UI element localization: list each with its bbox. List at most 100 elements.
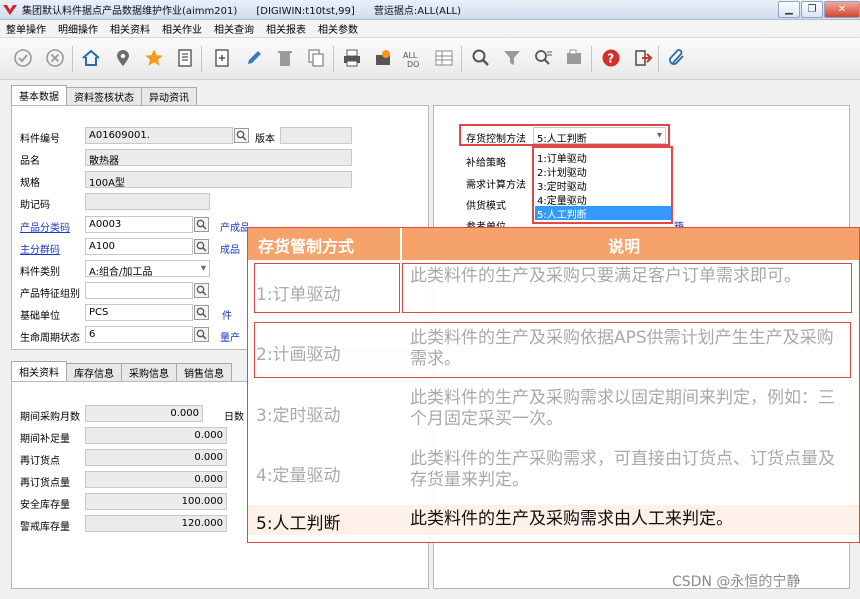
lifecycle-lookup-icon[interactable] [194, 327, 209, 342]
minimize-button[interactable]: ▁ [778, 1, 800, 18]
version-field[interactable] [280, 127, 352, 144]
tab-signoff-status[interactable]: 资料签核状态 [66, 87, 142, 105]
alert-stock-label: 警戒库存量 [20, 522, 70, 533]
category-label[interactable]: 产品分类码 [20, 219, 70, 234]
demand-method-label: 需求计算方法 [466, 180, 526, 191]
tab-inventory[interactable]: 库存信息 [66, 363, 122, 381]
row-desc: 此类料件的生产及采购需求以固定期间来判定，例如：三个月固定采买一次。 [410, 388, 835, 429]
ref-unit-desc: 箱 [674, 218, 684, 227]
row-mode: 4:定量驱动 [256, 466, 341, 486]
item-no-field[interactable]: A01609001. [85, 127, 233, 144]
safety-stock-label: 安全库存量 [20, 500, 70, 511]
feature-group-lookup-icon[interactable] [194, 283, 209, 298]
item-type-select[interactable]: A:组合/加工品 ▾ [85, 260, 210, 277]
attach-icon[interactable] [666, 47, 688, 69]
spec-field[interactable]: 100A型 [85, 171, 352, 188]
purchase-months-label: 期间采购月数 [20, 412, 80, 423]
help-icon[interactable]: ? [600, 47, 622, 69]
tab-change-info[interactable]: 异动资讯 [141, 87, 197, 105]
svg-text:DO: DO [407, 60, 419, 68]
category-lookup-icon[interactable] [194, 217, 209, 232]
group-label[interactable]: 主分群码 [20, 241, 60, 256]
print-icon[interactable] [341, 47, 363, 69]
exit-icon[interactable] [632, 47, 654, 69]
delete-icon[interactable] [274, 47, 296, 69]
replenish-qty-field[interactable]: 0.000 [85, 427, 227, 444]
option-order-driven[interactable]: 1:订单驱动 [537, 150, 587, 165]
item-type-label: 料件类别 [20, 267, 60, 278]
category-field[interactable]: A0003 [85, 216, 193, 233]
supply-mode-label: 供货模式 [466, 201, 506, 212]
menu-item-order[interactable]: 整单操作 [0, 21, 52, 36]
feature-group-field[interactable] [85, 282, 193, 299]
query-icon[interactable] [470, 47, 492, 69]
find-icon[interactable] [532, 47, 554, 69]
purchase-months-field[interactable]: 0.000 [85, 405, 203, 422]
overlay-header: 存货管制方式 说明 [248, 228, 859, 260]
toolbar: ALL DO ? [0, 38, 860, 80]
base-unit-field[interactable]: PCS [85, 304, 193, 321]
category-desc: 产成品 [220, 223, 250, 234]
copy-icon[interactable] [305, 47, 327, 69]
tab-purchase[interactable]: 采购信息 [121, 363, 177, 381]
item-type-value: A:组合/加工品 [89, 267, 153, 277]
menu-bar: 整单操作 明细操作 相关资料 相关作业 相关查询 相关报表 相关参数 [0, 20, 860, 38]
safety-stock-field[interactable]: 100.000 [85, 493, 227, 510]
alert-stock-field[interactable]: 120.000 [85, 515, 227, 532]
favorite-icon[interactable] [143, 47, 165, 69]
option-time-driven[interactable]: 3:定时驱动 [537, 178, 587, 193]
replenish-qty-label: 期间补足量 [20, 434, 70, 445]
void-icon[interactable] [44, 47, 66, 69]
menu-item-related-report[interactable]: 相关报表 [260, 21, 312, 36]
option-manual[interactable]: 5:人工判断 [535, 206, 671, 221]
mnemonic-label: 助记码 [20, 200, 50, 211]
home-icon[interactable] [80, 47, 102, 69]
base-unit-label: 基础单位 [20, 311, 60, 322]
window-icon[interactable] [563, 47, 585, 69]
svg-text:ALL: ALL [403, 51, 418, 60]
lifecycle-field[interactable]: 6 [85, 326, 193, 343]
name-field[interactable]: 散热器 [85, 149, 352, 166]
list-icon[interactable] [174, 47, 196, 69]
confirm-icon[interactable] [12, 47, 34, 69]
minimize-icon: ▁ [785, 4, 793, 15]
option-plan-driven[interactable]: 2:计划驱动 [537, 164, 587, 179]
tab-related-data[interactable]: 相关资料 [11, 361, 67, 381]
menu-item-detail[interactable]: 明细操作 [52, 21, 104, 36]
restore-button[interactable]: ❐ [801, 1, 823, 18]
batch-icon[interactable]: ALL DO [403, 47, 425, 69]
menu-item-related-data[interactable]: 相关资料 [104, 21, 156, 36]
row-mode: 5:人工判断 [256, 514, 341, 534]
location-icon[interactable] [112, 47, 134, 69]
close-icon: ✕ [837, 4, 847, 15]
svg-text:?: ? [607, 52, 614, 66]
reorder-qty-label: 再订货点量 [20, 478, 70, 489]
row-desc: 此类料件的生产及采购需求由人工来判定。 [410, 509, 733, 529]
stock-method-select[interactable]: 5:人工判断 ▾ [533, 127, 666, 144]
item-no-search-icon[interactable] [234, 128, 249, 143]
close-button[interactable]: ✕ [824, 1, 860, 18]
group-lookup-icon[interactable] [194, 239, 209, 254]
header-desc: 说明 [608, 237, 641, 256]
restore-icon: ❐ [807, 4, 817, 15]
export-icon[interactable] [372, 47, 394, 69]
filter-icon[interactable] [501, 47, 523, 69]
group-field[interactable]: A100 [85, 238, 193, 255]
option-quantity-driven[interactable]: 4:定量驱动 [537, 192, 587, 207]
edit-icon[interactable] [243, 47, 265, 69]
base-unit-lookup-icon[interactable] [194, 305, 209, 320]
reorder-qty-field[interactable]: 0.000 [85, 471, 227, 488]
grid-icon[interactable] [433, 47, 455, 69]
reorder-point-field[interactable]: 0.000 [85, 449, 227, 466]
tab-basic-data[interactable]: 基本数据 [11, 85, 67, 105]
overlay-row-3: 3:定时驱动 此类料件的生产及采购需求以固定期间来判定，例如：三个月固定采买一次… [248, 382, 859, 442]
mnemonic-field[interactable] [85, 193, 210, 210]
tab-sales[interactable]: 销售信息 [176, 363, 232, 381]
stock-method-value: 5:人工判断 [537, 134, 587, 144]
add-icon[interactable] [211, 47, 233, 69]
menu-item-related-query[interactable]: 相关查询 [208, 21, 260, 36]
row1-mode-box [254, 263, 400, 313]
menu-item-related-param[interactable]: 相关参数 [312, 21, 364, 36]
feature-group-label: 产品特征组别 [20, 289, 80, 300]
menu-item-related-job[interactable]: 相关作业 [156, 21, 208, 36]
